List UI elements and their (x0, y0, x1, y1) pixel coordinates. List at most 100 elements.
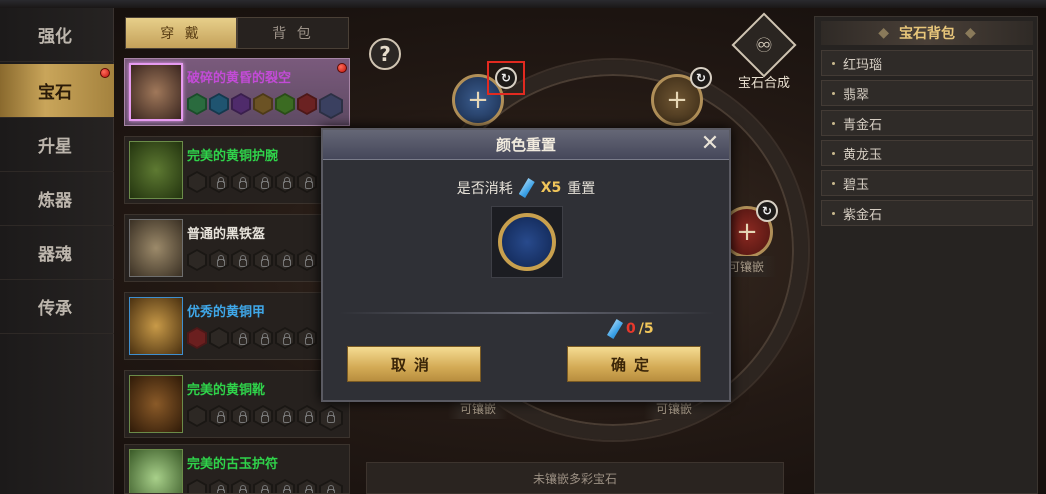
refresh-icon[interactable]: ↻ (690, 67, 712, 89)
nav-label: 器魂 (38, 245, 72, 265)
item-name: 普通的黑铁盔 (187, 227, 266, 242)
boots-icon (129, 375, 183, 433)
slot-hex (187, 93, 207, 115)
gem-bag-item[interactable]: 碧玉 (821, 170, 1033, 196)
gem-bag-item[interactable]: 红玛瑙 (821, 50, 1033, 76)
gem-bag-item[interactable]: 青金石 (821, 110, 1033, 136)
gem-bag-panel: ◆ 宝石背包 ◆ 红玛瑙 翡翠 青金石 黄龙玉 碧玉 紫金石 (814, 16, 1038, 494)
cost-amount: X5 (540, 180, 562, 196)
synthesis-icon: ♾ (731, 12, 797, 78)
notification-dot (337, 63, 347, 73)
dialog-title: 颜色重置 (495, 136, 556, 154)
refresh-icon[interactable]: ↻ (756, 200, 778, 222)
equip-tabs: 穿 戴 背 包 (125, 17, 349, 49)
helmet-icon (129, 219, 183, 277)
lock-icon (275, 171, 295, 193)
confirm-button[interactable]: 确定 (567, 346, 701, 382)
lock-icon (253, 479, 273, 493)
slot-hex (187, 171, 207, 193)
gem-synthesis-button[interactable]: ♾ 宝石合成 (731, 12, 797, 92)
question-suffix: 重置 (567, 181, 596, 197)
crystal-icon (518, 178, 535, 198)
lock-icon (209, 479, 229, 493)
notification-dot (100, 68, 110, 78)
gem-bag-item[interactable]: 紫金石 (821, 200, 1033, 226)
slot-hex (275, 93, 295, 115)
count-need: /5 (638, 321, 654, 337)
crystal-icon (607, 319, 623, 339)
lock-icon (231, 171, 251, 193)
armor-icon (129, 297, 183, 355)
equipment-item[interactable]: 完美的古玉护符 (124, 444, 350, 494)
lock-icon (231, 405, 251, 427)
lock-icon (209, 249, 229, 271)
equipment-item[interactable]: 普通的黑铁盔 (124, 214, 350, 282)
slot-hex (209, 327, 229, 349)
slot-hex (187, 249, 207, 271)
lock-icon (253, 171, 273, 193)
lock-icon (209, 171, 229, 193)
equipment-item[interactable]: 破碎的黄昏的裂空 (124, 58, 350, 126)
slot-hex (187, 405, 207, 427)
lock-icon (231, 327, 251, 349)
nav-label: 炼器 (38, 191, 72, 211)
gem-slots (187, 327, 317, 349)
equipment-list: 穿 戴 背 包 破碎的黄昏的裂空 完美的黄铜护腕 普通的黑铁盔 优秀的黄铜甲 完… (120, 8, 352, 494)
equipment-item[interactable]: 完美的黄铜护腕 (124, 136, 350, 204)
lock-icon (297, 171, 317, 193)
hint-text: 未镶嵌多彩宝石 (532, 471, 617, 486)
nav-item-soul[interactable]: 器魂 (0, 226, 114, 280)
nav-label: 宝石 (38, 83, 72, 103)
gem-slots (187, 479, 343, 493)
nav-item-strengthen[interactable]: 强化 (0, 8, 114, 62)
lock-icon (275, 327, 295, 349)
nav-label: 升星 (38, 137, 72, 157)
gem-bag-item[interactable]: 翡翠 (821, 80, 1033, 106)
gem-slots (187, 171, 317, 193)
lock-icon (297, 249, 317, 271)
lock-icon (297, 405, 317, 427)
cancel-button[interactable]: 取消 (347, 346, 481, 382)
lock-icon (275, 479, 295, 493)
board-hint: 未镶嵌多彩宝石 (366, 462, 784, 494)
item-name: 优秀的黄铜甲 (187, 305, 266, 320)
divider (339, 312, 715, 314)
gem-slots (187, 405, 343, 431)
lock-icon (209, 405, 229, 427)
question-prefix: 是否消耗 (456, 181, 513, 197)
help-button[interactable]: ? (369, 38, 401, 70)
slot-hex (187, 479, 207, 493)
lock-icon (275, 249, 295, 271)
item-name: 完美的黄铜靴 (187, 383, 266, 398)
nav-label: 强化 (38, 27, 72, 47)
nav-label: 传承 (38, 299, 72, 319)
lock-icon (231, 479, 251, 493)
equipment-item[interactable]: 完美的黄铜靴 (124, 370, 350, 438)
gem-bag-item[interactable]: 黄龙玉 (821, 140, 1033, 166)
equipment-item[interactable]: 优秀的黄铜甲 (124, 292, 350, 360)
gem-name: 青金石 (843, 117, 883, 133)
lock-icon (275, 405, 295, 427)
lock-icon (319, 405, 343, 431)
gem-slots (187, 93, 343, 119)
gem-name: 翡翠 (843, 87, 870, 103)
bag-title-text: 宝石背包 (899, 26, 955, 42)
material-count: 0/5 (607, 319, 654, 339)
tab-bag[interactable]: 背 包 (237, 17, 349, 49)
nav-item-refine[interactable]: 炼器 (0, 172, 114, 226)
bracer-icon (129, 141, 183, 199)
blue-gem-icon (498, 213, 556, 271)
nav-item-star[interactable]: 升星 (0, 118, 114, 172)
highlight-box (487, 61, 525, 95)
lock-icon (253, 327, 273, 349)
slot-hex (209, 93, 229, 115)
nav-item-inherit[interactable]: 传承 (0, 280, 114, 334)
item-name: 破碎的黄昏的裂空 (187, 71, 292, 86)
lock-icon (253, 405, 273, 427)
lock-icon (253, 249, 273, 271)
close-icon[interactable]: ✕ (699, 133, 721, 156)
tab-wear[interactable]: 穿 戴 (125, 17, 237, 49)
slot-hex (297, 93, 317, 115)
weapon-icon (129, 63, 183, 121)
nav-item-gem[interactable]: 宝石 (0, 64, 114, 118)
